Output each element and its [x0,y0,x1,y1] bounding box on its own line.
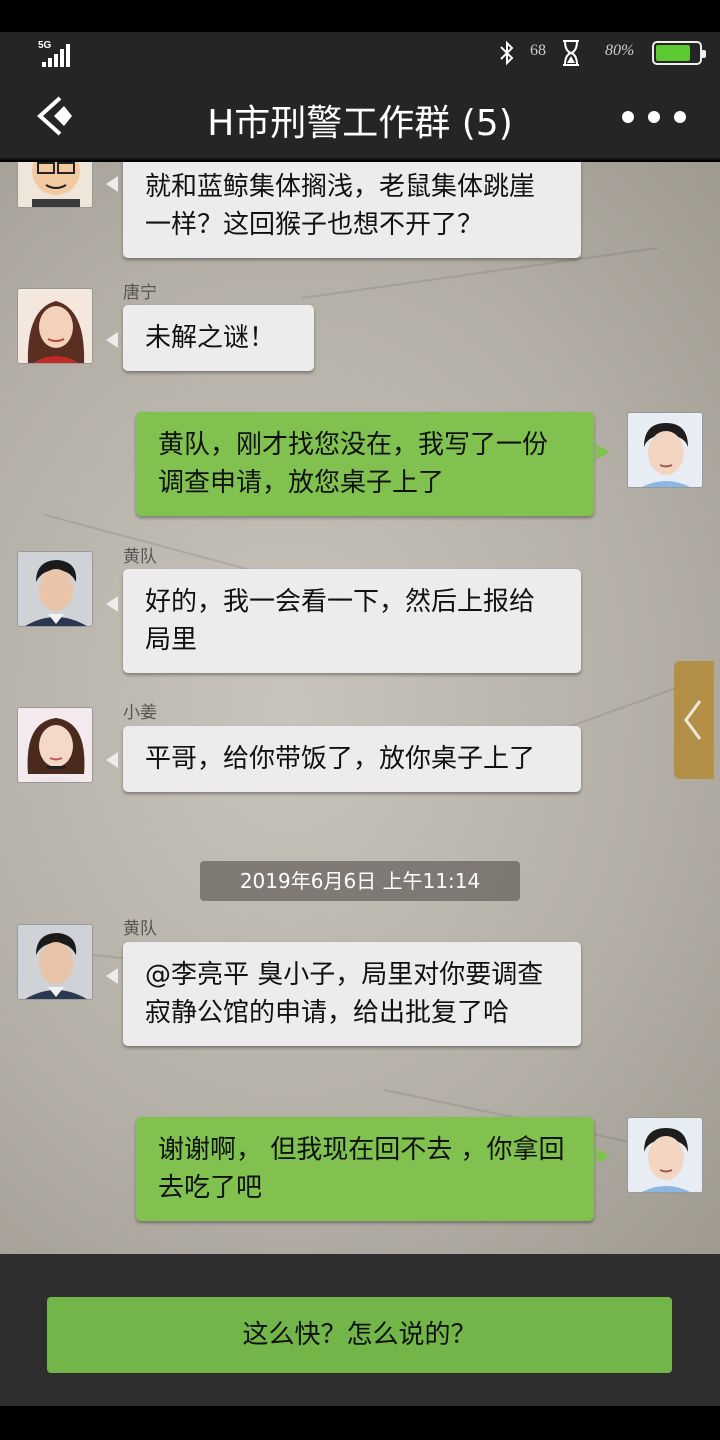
reply-option-button[interactable]: 这么快？怎么说的？ [47,1297,672,1373]
message-bubble[interactable]: 好的，我一会看一下，然后上报给局里 [123,569,581,673]
side-panel-tab[interactable] [674,661,714,779]
message-text: 好的，我一会看一下，然后上报给局里 [145,587,536,655]
message-text: 谢谢啊， 但我现在回不去 ，你拿回去吃了吧 [158,1135,565,1203]
message-text: 未解之谜！ [145,323,276,353]
message-text: 黄队，刚才找您没在，我写了一份调查申请，放您桌子上了 [158,430,549,498]
message-text: @李亮平 臭小子，局里对你要调查寂静公馆的申请，给出批复了哈 [145,960,544,1028]
chat-area[interactable]: 就和蓝鲸集体搁浅，老鼠集体跳崖一样？这回猴子也想不开了？ 唐宁 未解之谜！ 黄队… [0,162,720,1254]
bottom-black-bar [0,1406,720,1440]
status-bar: 5G 68 80% [0,32,720,74]
battery-level [656,45,690,61]
message-bubble[interactable]: @李亮平 臭小子，局里对你要调查寂静公馆的申请，给出批复了哈 [123,942,581,1046]
message-bubble[interactable]: 平哥，给你带饭了，放你桌子上了 [123,726,581,792]
avatar[interactable] [17,551,93,627]
avatar[interactable] [17,162,93,208]
sender-name: 黄队 [123,547,157,567]
message-text: 就和蓝鲸集体搁浅，老鼠集体跳崖一样？这回猴子也想不开了？ [145,172,536,240]
avatar[interactable] [17,924,93,1000]
timestamp: 2019年6月6日 上午11:14 [200,861,520,901]
chevron-left-icon [684,700,702,740]
hourglass-icon [563,40,579,66]
sender-name: 唐宁 [123,283,157,303]
signal-icon: 5G [36,40,80,68]
message-bubble[interactable]: 就和蓝鲸集体搁浅，老鼠集体跳崖一样？这回猴子也想不开了？ [123,162,581,258]
reply-panel: 这么快？怎么说的？ [0,1254,720,1406]
avatar-self[interactable] [627,412,703,488]
message-text: 平哥，给你带饭了，放你桌子上了 [145,744,536,774]
avatar[interactable] [17,707,93,783]
chat-title: H市刑警工作群 (5) [207,103,513,144]
sender-name: 小姜 [123,703,157,723]
title-bar: H市刑警工作群 (5) [0,74,720,160]
message-bubble-self[interactable]: 黄队，刚才找您没在，我写了一份调查申请，放您桌子上了 [136,412,594,516]
sender-name: 黄队 [123,919,157,939]
avatar-self[interactable] [627,1117,703,1193]
battery-percent: 80% [605,42,635,59]
top-black-bar [0,0,720,32]
bluetooth-icon [500,40,514,66]
net-speed: 68 [530,42,546,59]
message-bubble-self[interactable]: 谢谢啊， 但我现在回不去 ，你拿回去吃了吧 [136,1117,594,1221]
avatar[interactable] [17,288,93,364]
message-bubble[interactable]: 未解之谜！ [123,305,314,371]
more-dots-icon[interactable] [622,104,686,130]
battery-icon [652,41,706,65]
